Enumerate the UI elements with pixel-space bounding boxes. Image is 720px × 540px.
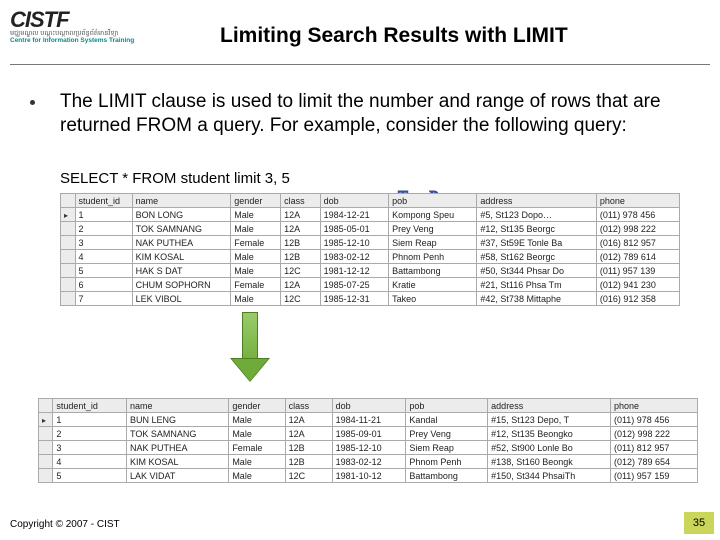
body-paragraph: The LIMIT clause is used to limit the nu…: [60, 90, 680, 138]
table-row: 2TOK SAMNANGMale12A1985-05-01Prey Veng#1…: [61, 222, 680, 236]
table-row: 6CHUM SOPHORNFemale12A1985-07-25Kratie#2…: [61, 278, 680, 292]
table-row: 5HAK S DATMale12C1981-12-12Battambong#50…: [61, 264, 680, 278]
logo-subtext: មជ្ឈមណ្ឌល បណ្តុះបណ្តាលប្រព័ន្ធព័ត៌មានវិទ…: [10, 30, 175, 44]
table-row: 1BON LONGMale12A1984-12-21Kompong Speu#5…: [61, 208, 680, 222]
table-row: 7LEK VIBOLMale12C1985-12-31Takeo#42, St7…: [61, 292, 680, 306]
down-arrow-icon: [230, 312, 270, 387]
copyright: Copyright © 2007 - CIST: [10, 519, 120, 530]
table-row: 5LAK VIDATMale12C1981-10-12Battambong#15…: [39, 469, 698, 483]
table-header-row: student_id name gender class dob pob add…: [39, 399, 698, 413]
table-row: 4KIM KOSALMale12B1983-02-12Phnom Penh#13…: [39, 455, 698, 469]
logo: CISTF មជ្ឈមណ្ឌល បណ្តុះបណ្តាលប្រព័ន្ធព័ត៌…: [10, 10, 175, 58]
table-row: 2TOK SAMNANGMale12A1985-09-01Prey Veng#1…: [39, 427, 698, 441]
page-number: 35: [684, 512, 714, 534]
table-row: 3NAK PUTHEAFemale12B1985-12-10Siem Reap#…: [39, 441, 698, 455]
table-row: 1BUN LENGMale12A1984-11-21Kandal#15, St1…: [39, 413, 698, 427]
results-table-limited: student_id name gender class dob pob add…: [38, 398, 698, 483]
bullet-icon: [30, 100, 35, 105]
table-row: 3NAK PUTHEAFemale12B1985-12-10Siem Reap#…: [61, 236, 680, 250]
table-header-row: student_id name gender class dob pob add…: [61, 194, 680, 208]
logo-mark: CISTF: [10, 10, 175, 30]
page-title: Limiting Search Results with LIMIT: [220, 24, 568, 48]
results-table-full: student_id name gender class dob pob add…: [60, 193, 680, 306]
sql-query: SELECT * FROM student limit 3, 5: [60, 170, 290, 187]
table-row: 4KIM KOSALMale12B1983-02-12Phnom Penh#58…: [61, 250, 680, 264]
horizontal-rule: [10, 64, 710, 65]
